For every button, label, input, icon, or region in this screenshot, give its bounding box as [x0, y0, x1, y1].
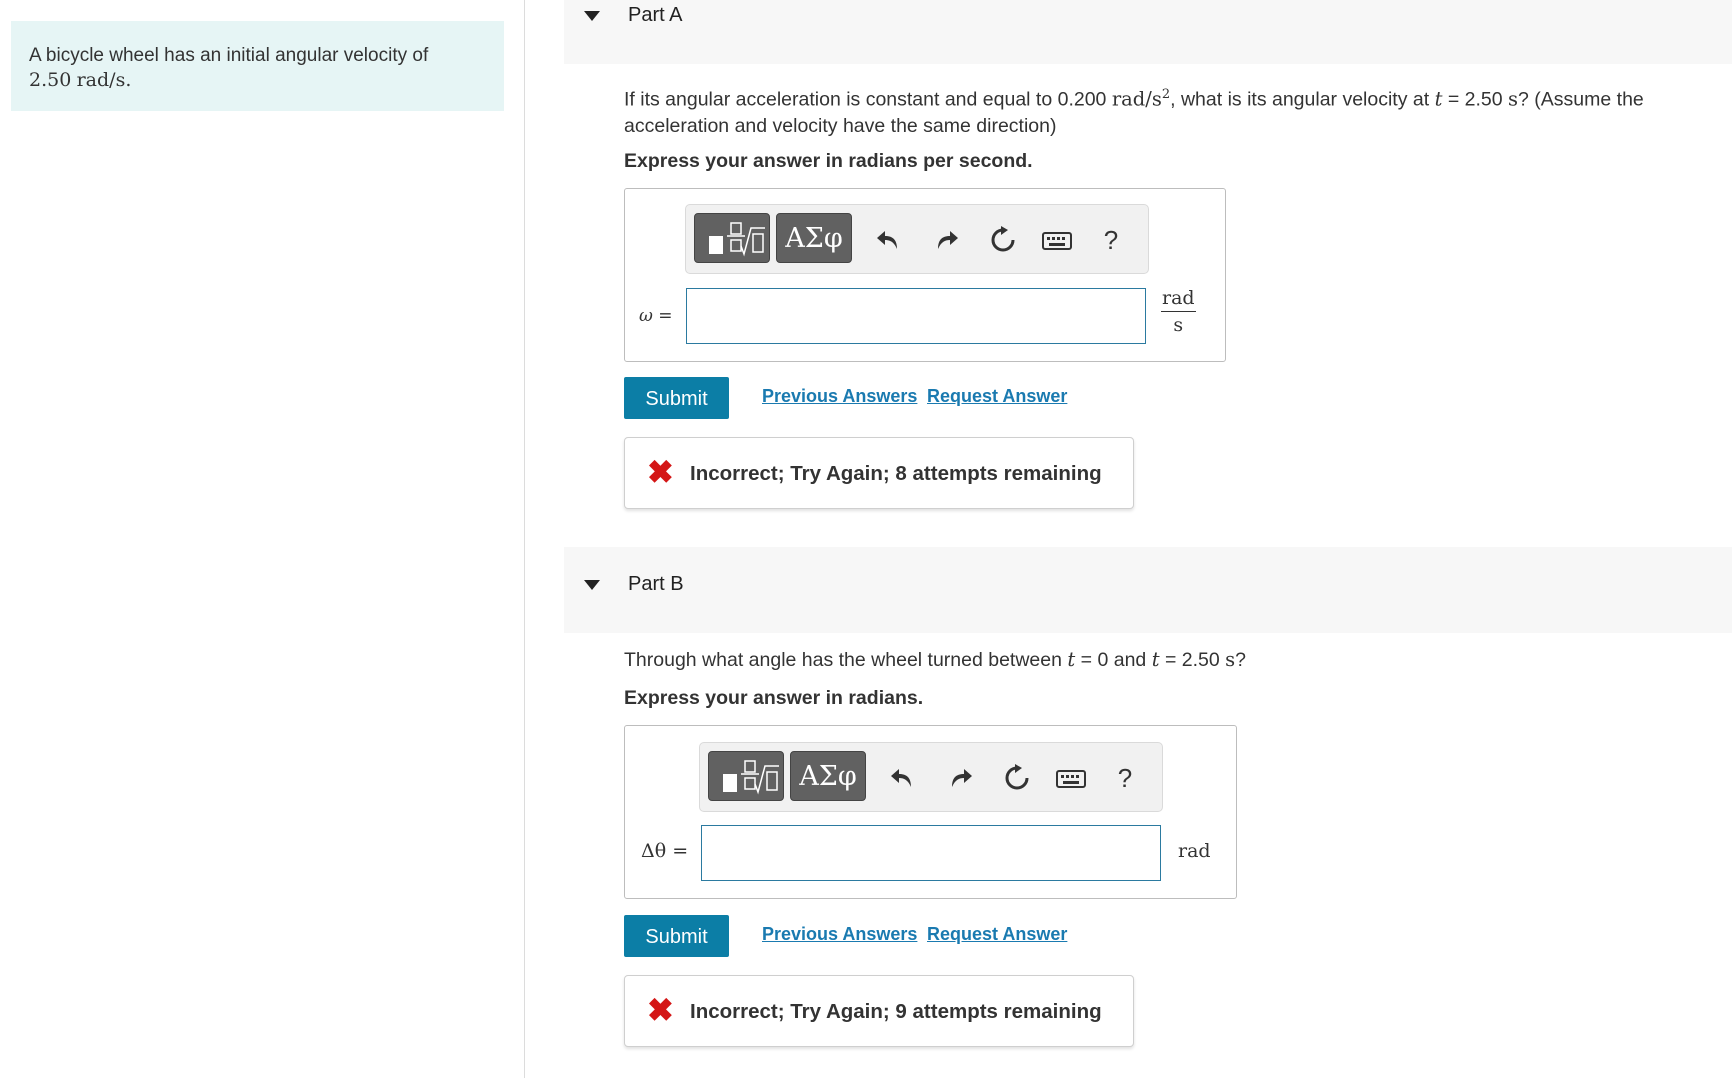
part-a-request-answer-link[interactable]: Request Answer	[927, 386, 1067, 407]
collapse-triangle-icon[interactable]	[584, 11, 600, 21]
help-icon[interactable]: ?	[1096, 225, 1126, 255]
part-a-previous-answers-link[interactable]: Previous Answers	[762, 386, 917, 407]
fraction-sqrt-icon	[723, 760, 779, 795]
keyboard-icon[interactable]	[1055, 763, 1086, 793]
part-a-feedback-text: Incorrect; Try Again; 8 attempts remaini…	[690, 462, 1102, 485]
part-b-title: Part B	[628, 573, 684, 595]
part-b-previous-answers-link[interactable]: Previous Answers	[762, 924, 917, 945]
incorrect-x-icon: ✖	[647, 454, 674, 490]
incorrect-x-icon: ✖	[647, 992, 674, 1028]
greek-symbols-button[interactable]: ΑΣφ	[790, 751, 866, 801]
pane-divider	[524, 0, 525, 1078]
part-a-feedback: ✖ Incorrect; Try Again; 8 attempts remai…	[624, 437, 1134, 509]
fraction-sqrt-icon	[709, 222, 765, 257]
unit-rad: rad	[1178, 840, 1211, 862]
delta-theta-label: Δθ =	[641, 840, 689, 862]
part-b-instruction: Express your answer in radians.	[624, 687, 924, 709]
part-b-feedback-text: Incorrect; Try Again; 9 attempts remaini…	[690, 1000, 1102, 1023]
part-b-header[interactable]: Part B	[564, 547, 1732, 633]
redo-icon[interactable]	[945, 763, 975, 793]
templates-button[interactable]	[708, 751, 784, 801]
problem-statement: A bicycle wheel has an initial angular v…	[11, 21, 504, 111]
reset-icon[interactable]	[988, 225, 1018, 255]
math-toolbar: ΑΣφ ?	[699, 742, 1163, 812]
omega-answer-input[interactable]	[686, 288, 1146, 344]
undo-icon[interactable]	[874, 225, 904, 255]
problem-unit: rad/s.	[76, 69, 132, 91]
part-a-header[interactable]: Part A	[564, 0, 1732, 64]
redo-icon[interactable]	[931, 225, 961, 255]
math-toolbar: ΑΣφ ?	[685, 204, 1149, 274]
part-b-feedback: ✖ Incorrect; Try Again; 9 attempts remai…	[624, 975, 1134, 1047]
part-b-answer-box: ΑΣφ ? Δθ = rad	[624, 725, 1237, 899]
templates-button[interactable]	[694, 213, 770, 263]
problem-value: 2.50	[29, 69, 72, 91]
undo-icon[interactable]	[888, 763, 918, 793]
collapse-triangle-icon[interactable]	[584, 580, 600, 590]
part-b-question: Through what angle has the wheel turned …	[624, 648, 1246, 671]
part-a-submit-button[interactable]: Submit	[624, 377, 729, 419]
delta-theta-answer-input[interactable]	[701, 825, 1161, 881]
part-a-title: Part A	[628, 4, 683, 26]
reset-icon[interactable]	[1002, 763, 1032, 793]
part-a-question: If its angular acceleration is constant …	[624, 87, 1644, 137]
part-b-submit-button[interactable]: Submit	[624, 915, 729, 957]
part-a-instruction: Express your answer in radians per secon…	[624, 150, 1033, 172]
greek-symbols-button[interactable]: ΑΣφ	[776, 213, 852, 263]
keyboard-icon[interactable]	[1041, 225, 1072, 255]
unit-rad-per-s: rad s	[1161, 287, 1196, 336]
problem-text: A bicycle wheel has an initial angular v…	[29, 45, 429, 66]
part-a-answer-box: ΑΣφ ? ω = rad s	[624, 188, 1226, 362]
help-icon[interactable]: ?	[1110, 763, 1140, 793]
omega-label: ω =	[639, 306, 673, 326]
part-b-request-answer-link[interactable]: Request Answer	[927, 924, 1067, 945]
